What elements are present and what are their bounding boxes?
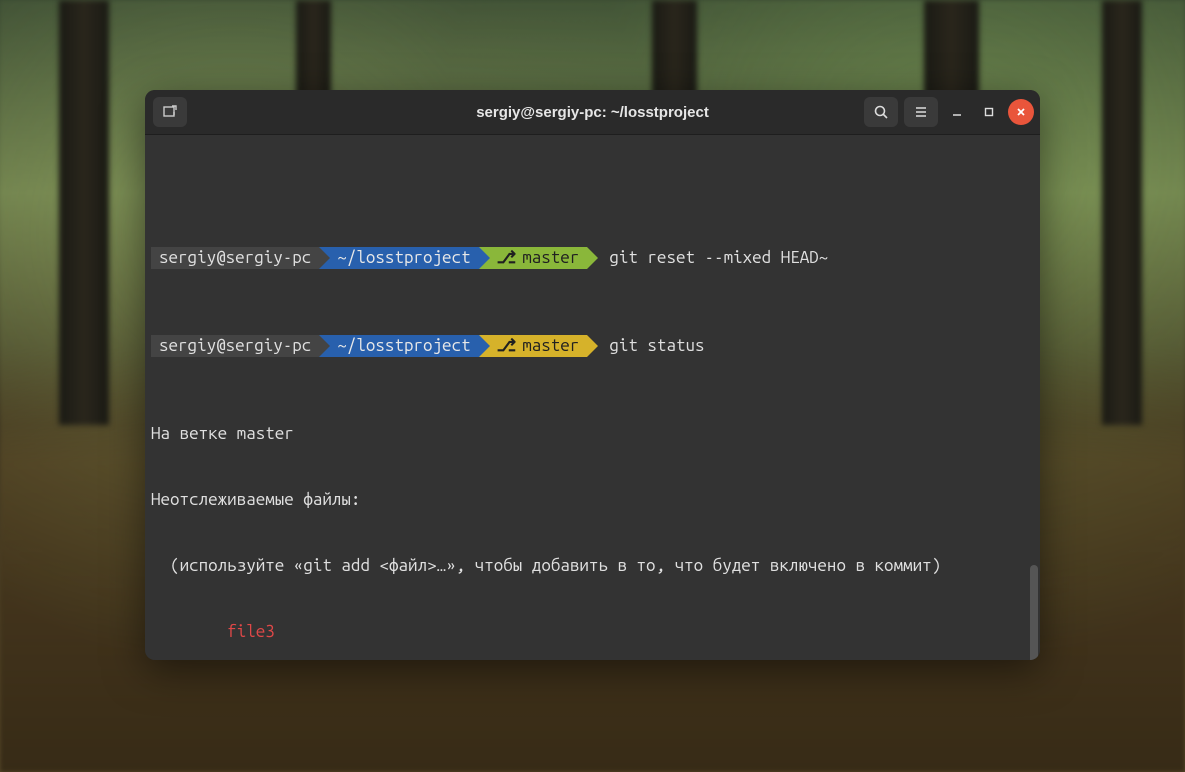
titlebar[interactable]: sergiy@sergiy-pc: ~/losstproject (145, 90, 1040, 135)
prompt-path: ~/losstproject (319, 335, 478, 357)
output-line: Неотслеживаемые файлы: (151, 489, 1034, 511)
close-button[interactable] (1008, 99, 1034, 125)
prompt-line-1: sergiy@sergiy-pc ~/losstproject ⎇master … (151, 247, 1034, 269)
prompt-branch: ⎇master (479, 247, 588, 269)
close-icon (1015, 106, 1027, 118)
hamburger-icon (913, 104, 929, 120)
search-icon (873, 104, 889, 120)
prompt-branch-name: master (522, 247, 579, 269)
command-text: git status (587, 335, 704, 357)
search-button[interactable] (864, 97, 898, 127)
terminal-area[interactable]: sergiy@sergiy-pc ~/losstproject ⎇master … (145, 135, 1040, 660)
output-line: (используйте «git add <файл>…», чтобы до… (151, 555, 1034, 577)
command-text: git reset --mixed HEAD~ (587, 247, 828, 269)
maximize-button[interactable] (976, 99, 1002, 125)
new-tab-button[interactable] (153, 97, 187, 127)
prompt-line-2: sergiy@sergiy-pc ~/losstproject ⎇master … (151, 335, 1034, 357)
prompt-branch: ⎇master (479, 335, 588, 357)
output-line: На ветке master (151, 423, 1034, 445)
scrollbar-thumb[interactable] (1030, 565, 1038, 660)
terminal-window: sergiy@sergiy-pc: ~/losstproject sergiy@… (145, 90, 1040, 660)
output-untracked-file: file3 (151, 621, 1034, 643)
new-tab-icon (162, 104, 178, 120)
menu-button[interactable] (904, 97, 938, 127)
minimize-button[interactable] (944, 99, 970, 125)
prompt-host: sergiy@sergiy-pc (151, 335, 319, 357)
maximize-icon (983, 106, 995, 118)
prompt-path: ~/losstproject (319, 247, 478, 269)
git-branch-icon: ⎇ (497, 335, 517, 357)
prompt-host: sergiy@sergiy-pc (151, 247, 319, 269)
prompt-branch-name: master (522, 335, 579, 357)
minimize-icon (951, 106, 963, 118)
git-branch-icon: ⎇ (497, 247, 517, 269)
